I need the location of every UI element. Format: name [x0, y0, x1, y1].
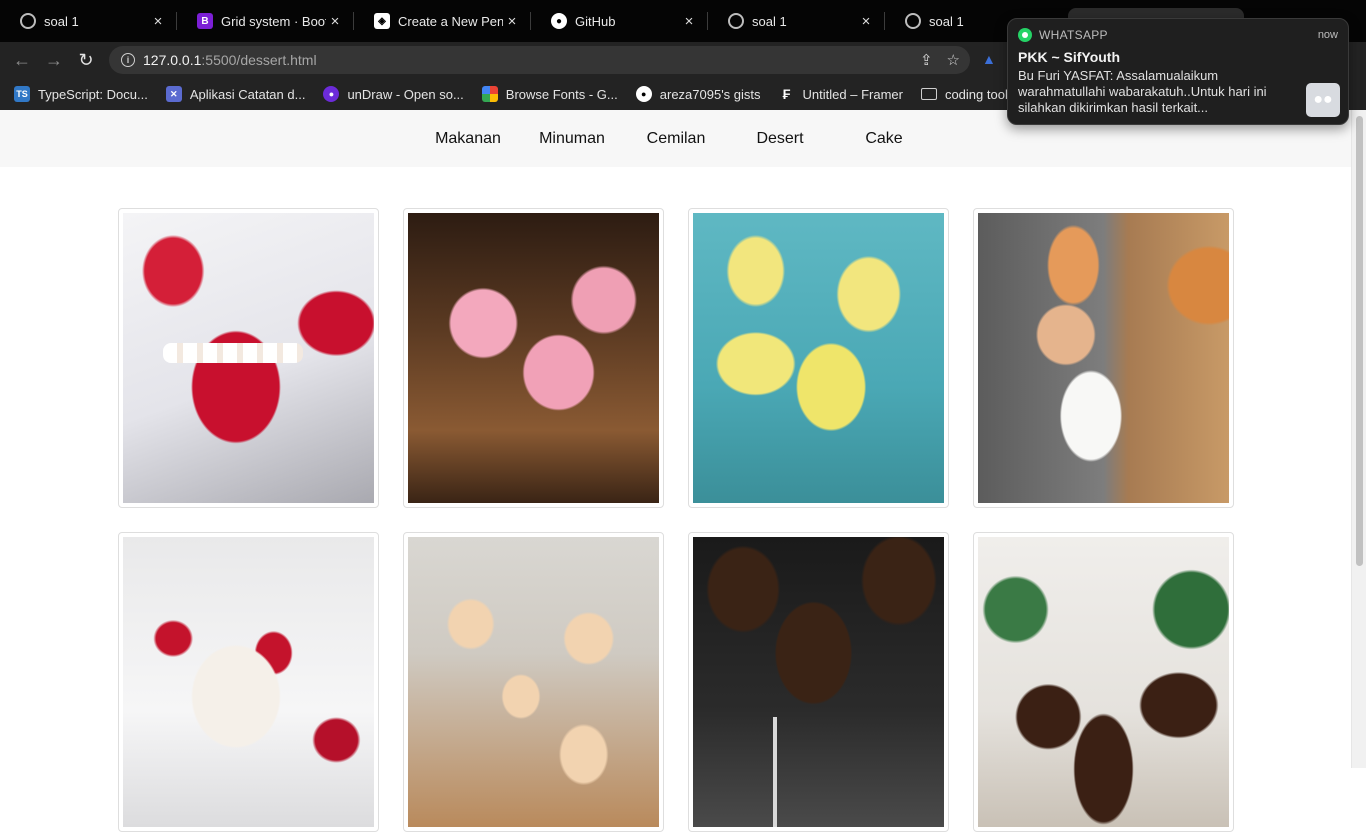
close-icon[interactable]: × — [326, 13, 344, 30]
bookmark-aplikasi-catatan[interactable]: ✕ Aplikasi Catatan d... — [165, 86, 306, 102]
peach-panna-cotta-photo — [978, 213, 1229, 503]
bookmark-typescript[interactable]: TS TypeScript: Docu... — [14, 86, 148, 102]
back-button[interactable]: ← — [6, 44, 38, 76]
bookmark-star-icon[interactable]: ☆ — [947, 51, 960, 69]
notification-header: WHATSAPP now — [1018, 28, 1338, 42]
url-host: 127.0.0.1 — [143, 52, 202, 68]
codepen-icon: ◈ — [374, 13, 390, 29]
globe-icon — [905, 13, 921, 29]
page-viewport: Makanan Minuman Cemilan Desert Cake — [0, 110, 1366, 832]
framer-icon: ₣ — [782, 86, 791, 102]
extension-icon[interactable]: ▲ — [982, 51, 1000, 69]
red-velvet-cakes-photo — [123, 213, 374, 503]
bookmark-undraw[interactable]: ● unDraw - Open so... — [323, 86, 464, 102]
notification-title: PKK ~ SifYouth — [1018, 49, 1121, 65]
app-icon: ✕ — [165, 86, 182, 102]
tab-github[interactable]: ● GitHub × — [531, 0, 708, 42]
tab-title: Create a New Pen — [398, 13, 503, 29]
forward-button[interactable]: → — [38, 44, 70, 76]
info-icon[interactable]: i — [121, 53, 135, 67]
notification-app-name: WHATSAPP — [1039, 28, 1108, 42]
tab-codepen[interactable]: ◈ Create a New Pen × — [354, 0, 531, 42]
typescript-icon: TS — [14, 86, 30, 102]
nav-link-minuman[interactable]: Minuman — [520, 130, 624, 148]
reload-button[interactable]: ↻ — [70, 44, 102, 76]
bookmark-label: unDraw - Open so... — [347, 86, 464, 102]
notification-body: Bu Furi YASFAT: Assalamualaikum warahmat… — [1018, 68, 1267, 115]
raspberry-mousse-photo — [408, 213, 659, 503]
dessert-card — [973, 532, 1234, 832]
github-icon: ● — [551, 13, 567, 29]
close-icon[interactable]: × — [149, 13, 167, 30]
tab-title: soal 1 — [44, 13, 79, 29]
dessert-card — [118, 208, 379, 508]
close-icon[interactable]: × — [503, 13, 521, 30]
bookmark-folder-coding-tools[interactable]: coding tools — [920, 86, 1015, 102]
bookmark-label: TypeScript: Docu... — [38, 86, 148, 102]
share-icon[interactable]: ⇪ — [920, 51, 933, 69]
dessert-card — [118, 532, 379, 832]
nav-link-makanan[interactable]: Makanan — [416, 130, 520, 148]
chocolate-mousse-photo — [693, 537, 944, 827]
close-icon[interactable]: × — [680, 13, 698, 30]
bookmark-label: Browse Fonts - G... — [505, 86, 618, 102]
nav-link-cemilan[interactable]: Cemilan — [624, 130, 728, 148]
tab-soal-1[interactable]: soal 1 × — [708, 0, 885, 42]
tab-title: soal 1 — [752, 13, 787, 29]
bootstrap-icon: B — [197, 13, 213, 29]
undraw-icon: ● — [323, 86, 340, 102]
globe-icon — [20, 13, 36, 29]
whatsapp-icon — [1018, 28, 1032, 42]
dessert-card — [688, 532, 949, 832]
url-path: :5500/dessert.html — [201, 52, 317, 68]
bookmark-label: Untitled – Framer — [802, 86, 903, 102]
tab-title: GitHub — [575, 13, 616, 29]
lemon-cheesecake-jars-photo — [693, 213, 944, 503]
nav-link-cake[interactable]: Cake — [832, 130, 936, 148]
bookmark-gists[interactable]: ● areza7095's gists — [635, 86, 761, 102]
dessert-card — [973, 208, 1234, 508]
close-icon[interactable]: × — [857, 13, 875, 30]
github-icon: ● — [635, 86, 652, 102]
bookmark-framer[interactable]: ₣ Untitled – Framer — [779, 86, 903, 102]
dessert-card — [403, 208, 664, 508]
address-bar[interactable]: i 127.0.0.1 :5500/dessert.html ⇪ ☆ — [109, 46, 970, 74]
nav-link-desert[interactable]: Desert — [728, 130, 832, 148]
bookmark-label: coding tools — [944, 86, 1015, 102]
tab-bootstrap-grid[interactable]: B Grid system · Boots × — [177, 0, 354, 42]
group-avatar-icon: ●● — [1306, 83, 1340, 117]
bookmark-label: Aplikasi Catatan d... — [189, 86, 306, 102]
whatsapp-notification[interactable]: WHATSAPP now PKK ~ SifYouth Bu Furi YASF… — [1007, 18, 1349, 125]
google-fonts-icon — [481, 86, 498, 102]
folder-icon — [920, 88, 937, 100]
globe-icon — [728, 13, 744, 29]
scrollbar-thumb[interactable] — [1356, 116, 1363, 566]
tab-soal-1[interactable]: soal 1 × — [0, 0, 177, 42]
berry-panna-cotta-photo — [123, 537, 374, 827]
lotus-biscoff-truffles-photo — [408, 537, 659, 827]
dessert-card — [688, 208, 949, 508]
page-scrollbar[interactable] — [1351, 110, 1366, 768]
bookmark-label: areza7095's gists — [659, 86, 761, 102]
bookmark-google-fonts[interactable]: Browse Fonts - G... — [481, 86, 618, 102]
christmas-chocolate-cakes-photo — [978, 537, 1229, 827]
tab-title: Grid system · Boots — [221, 13, 326, 29]
dessert-card — [403, 532, 664, 832]
notification-time: now — [1317, 29, 1338, 41]
